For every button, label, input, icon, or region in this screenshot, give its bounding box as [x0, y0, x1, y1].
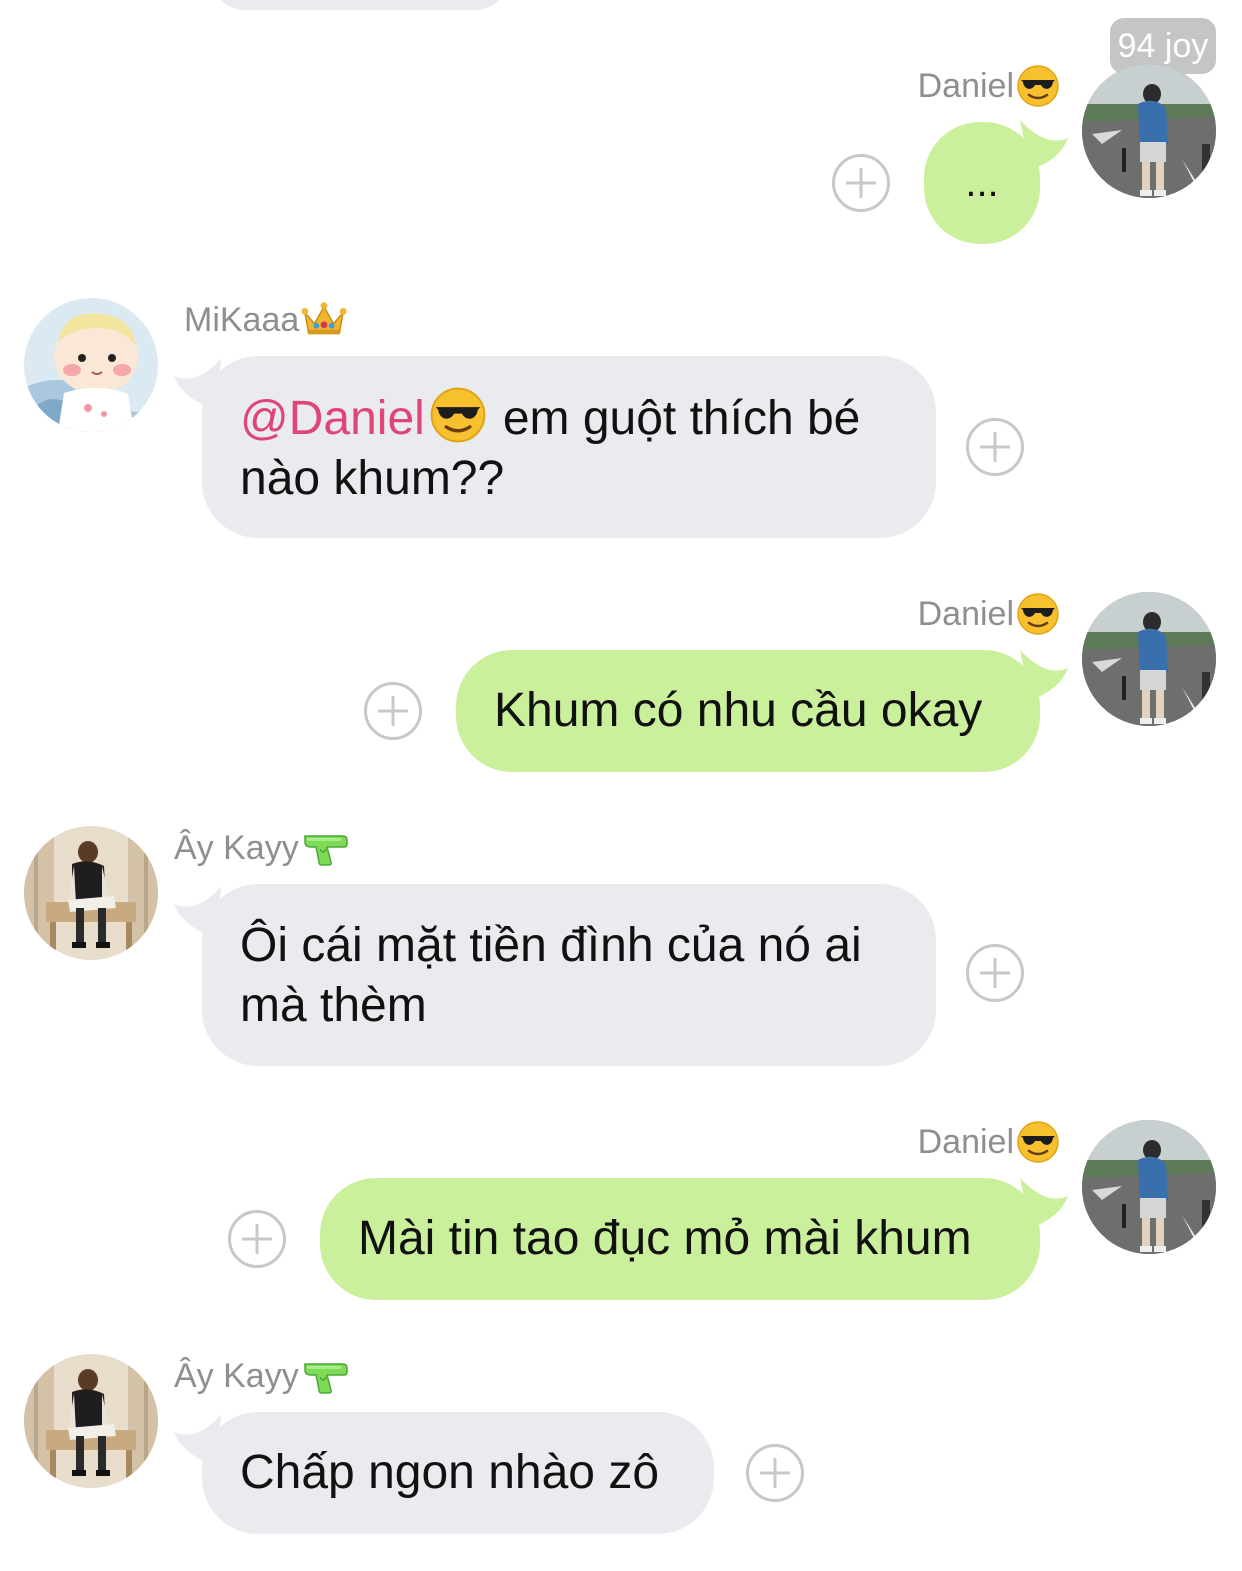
user-mention[interactable]: @Daniel — [240, 392, 425, 445]
add-reaction-button[interactable] — [966, 418, 1024, 476]
avatar-daniel[interactable] — [1082, 1120, 1216, 1254]
sender-name: Daniel — [820, 1118, 1060, 1166]
avatar-daniel[interactable] — [1082, 592, 1216, 726]
message-bubble-outgoing[interactable]: ... — [924, 122, 1040, 244]
message-bubble-incoming[interactable]: Ôi cái mặt tiền đình của nó ai mà thèm — [202, 884, 936, 1066]
water-pistol-icon — [301, 1356, 349, 1396]
avatar-kayy[interactable] — [24, 826, 158, 960]
water-pistol-icon — [301, 828, 349, 868]
sender-name: Daniel — [820, 62, 1060, 110]
sender-name: Daniel — [820, 590, 1060, 638]
add-reaction-button[interactable] — [832, 154, 890, 212]
add-reaction-button[interactable] — [966, 944, 1024, 1002]
crown-icon — [301, 300, 347, 340]
sunglasses-icon — [1016, 1120, 1060, 1164]
add-reaction-button[interactable] — [228, 1210, 286, 1268]
message-bubble-incoming[interactable]: Chấp ngon nhào zô — [202, 1412, 714, 1534]
sender-name: Ây Kayy — [174, 824, 434, 872]
sunglasses-icon — [1016, 64, 1060, 108]
message-bubble-outgoing[interactable]: Mài tin tao đục mỏ mài khum — [320, 1178, 1040, 1300]
avatar-kayy[interactable] — [24, 1354, 158, 1488]
message-bubble-incoming[interactable]: @Daniel em guột thích bé nào khum?? — [202, 356, 936, 538]
sunglasses-icon — [429, 386, 487, 444]
sunglasses-icon — [1016, 592, 1060, 636]
sender-name: MiKaaa — [184, 296, 424, 344]
sender-name: Ây Kayy — [174, 1352, 434, 1400]
message-bubble-outgoing[interactable]: Khum có nhu cầu okay — [456, 650, 1040, 772]
avatar-daniel[interactable] — [1082, 64, 1216, 198]
previous-message-bubble — [210, 0, 510, 10]
add-reaction-button[interactable] — [746, 1444, 804, 1502]
add-reaction-button[interactable] — [364, 682, 422, 740]
avatar-mikaaa[interactable] — [24, 298, 158, 432]
